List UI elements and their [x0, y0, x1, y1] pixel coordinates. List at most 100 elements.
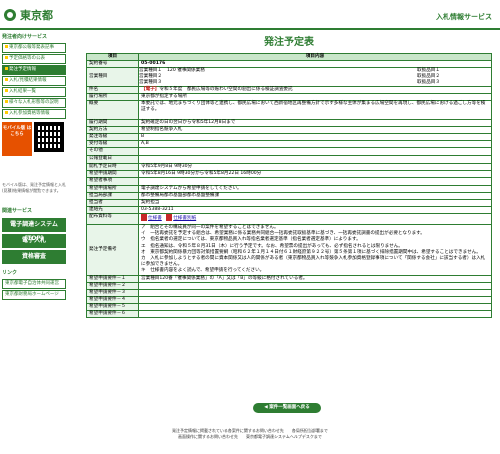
opening-value: 令和5年9月8日 9時30分 [138, 163, 492, 171]
bullet-icon [5, 78, 8, 81]
requirement-value [138, 309, 492, 318]
requirement-value [138, 295, 492, 304]
bullet-icon [5, 45, 8, 48]
table-row: 希望者事項 [86, 177, 492, 186]
sidebar-section-services: 発注者向けサービス [2, 34, 48, 40]
row-label: 希望申請要件－３ [86, 288, 139, 297]
department-value: 都市整備局都市基盤部都市基盤整備課 [138, 192, 492, 200]
tokyo-emblem-icon [4, 9, 16, 21]
table-row: 件名 【電子】令和５年度 都民広場等の賑わい空間の創出に係る検証調査委託 [86, 86, 492, 94]
spec-link[interactable]: 仕様書 [141, 214, 162, 221]
sidebar-link-finance-bureau[interactable]: 東京都財務局ホームページ [2, 290, 66, 300]
row-label: 履行期間 [86, 119, 139, 127]
sidebar-item-bid-types[interactable]: 様々な入札形態等の説明 [2, 98, 66, 108]
sidebar-item-gazette[interactable]: 東京都公報等発表記事 [2, 43, 66, 53]
period-value: 契約確定の日の翌日から令和5年12月8日まで [138, 119, 492, 127]
table-row: 契約方法 希望制指名競争入札 [86, 126, 492, 134]
sidebar-link-e-bidding[interactable]: 電子入札 [2, 234, 66, 248]
category-subtable: 営業種目１ 120 催事関係業務 取扱品目１ 営業種目２ 取扱品目２ 営業種目３… [139, 68, 491, 86]
row-label: 配布資料等 [86, 213, 139, 225]
spec-attachment-link[interactable]: 仕様書別紙 [166, 214, 196, 221]
mobile-promo: モバイル版 はこちら [2, 122, 66, 180]
row-label: 公報登載日 [86, 155, 139, 164]
footer-helpdesk-line: 画面操作に関するお問い合わせ先 東京都電子調達システムヘルプデスクまで [178, 434, 322, 439]
table-row: 希望申請場所 電子調達システムから希望申請をしてください。 [86, 185, 492, 193]
table-row: 担当者 契約担当 [86, 199, 492, 207]
sidebar-item-qualification[interactable]: 入札参加資格等情報 [2, 109, 66, 119]
notes-value: ア 組合とその構成員が同一の案件を希望することはできません。 イ 一括再委託を予… [138, 224, 492, 276]
table-row: 概要 本委託では、地元まちづくり団体等と連携し、都民広場において西新宿地区再整備… [86, 100, 492, 120]
sidebar-section-related: 関連サービス [2, 208, 33, 214]
table-row: その他 [86, 147, 492, 156]
table-row: 履行場所 東京都が指定する場所 [86, 93, 492, 101]
table-row: 希望申請要件－５ [86, 302, 492, 311]
table-row: 公報登載日 [86, 155, 492, 164]
bullet-icon [5, 56, 8, 59]
table-row: 発注予定備考 ア 組合とその構成員が同一の案件を希望することはできません。 イ … [86, 224, 492, 276]
col-header-item: 項目 [86, 53, 139, 61]
documents-cell: 仕様書 仕様書別紙 [138, 213, 492, 225]
bullet-icon [5, 100, 8, 103]
sidebar-item-result-list[interactable]: 入札結果一覧 [2, 87, 66, 97]
sidebar-item-bid-results[interactable]: 入札/見積結果情報 [2, 76, 66, 86]
detail-table: 項目 項目内容 契約番号 05-00176 営業種目 営業種目１ 120 催事関… [86, 53, 492, 318]
pdf-icon [141, 214, 147, 221]
row-label: 営業種目 [86, 67, 139, 87]
phone-value: 03-5388-3211 [138, 206, 492, 214]
row-label: 概要 [86, 100, 139, 120]
service-title: 入札情報サービス [436, 13, 492, 21]
page-footer: 発注予定情報に掲載されている各案件に関するお問い合わせ先 各局所担当部署まで 画… [0, 428, 500, 440]
sidebar-link-e-procurement[interactable]: 電子調達システム(TOP) [2, 218, 66, 242]
apply-period-value: 令和5年8月16日 9時30分から令和5年8月22日 16時00分 [138, 170, 492, 178]
row-label: 希望者事項 [86, 177, 139, 186]
row-label: 希望申請要件－６ [86, 309, 139, 318]
row-label: 希望申請場所 [86, 185, 139, 193]
contract-number: 05-00176 [138, 60, 492, 68]
row-label: 履行場所 [86, 93, 139, 101]
mobile-site-link[interactable]: モバイル版 はこちら [2, 122, 32, 156]
tokyo-logo[interactable]: 東京都 [4, 8, 53, 22]
bullet-icon [5, 67, 8, 70]
table-row: 希望申請要件－３ [86, 288, 492, 297]
sidebar-section-links: リンク [2, 270, 18, 276]
mobile-note: モバイル版は、発注予定情報と入札(見積)結果情報が閲覧できます。 [2, 182, 66, 193]
row-label: 発注予定備考 [86, 224, 139, 276]
row-label: 契約番号 [86, 60, 139, 68]
subject-cell: 【電子】令和５年度 都民広場等の賑わい空間の創出に係る検証調査委託 [138, 86, 492, 94]
pdf-icon [166, 214, 173, 221]
table-row: 開札予定日時 令和5年9月8日 9時30分 [86, 163, 492, 171]
table-row: 希望申請要件－１ 営業種目120番「催事関係業務」の「A」又は「B」の等級に格付… [86, 274, 492, 283]
table-row: 契約番号 05-00176 [86, 60, 492, 68]
category-cell: 営業種目１ 120 催事関係業務 取扱品目１ 営業種目２ 取扱品目２ 営業種目３… [138, 67, 492, 87]
bullet-icon [5, 111, 8, 114]
row-label: 開札予定日時 [86, 163, 139, 171]
row-label: 受付等級 [86, 140, 139, 148]
row-label: 担当者 [86, 199, 139, 207]
subcategory-label: 取扱品目３ [417, 80, 440, 85]
table-row: 希望申請期間 令和5年8月16日 9時30分から令和5年8月22日 16時00分 [86, 170, 492, 178]
row-label: 件名 [86, 86, 139, 94]
sidebar-link-joint-operation[interactable]: 東京都電子自治体共同運営 [2, 279, 66, 289]
table-row: 希望申請要件－２ [86, 281, 492, 290]
category-value [167, 80, 417, 86]
requirement-value [138, 177, 492, 186]
row-label: 希望申請要件－４ [86, 295, 139, 304]
table-row: 発注等級 B [86, 133, 492, 141]
summary-value: 本委託では、地元まちづくり団体等と連携し、都民広場において西新宿地区再整備方針で… [138, 100, 492, 120]
electronic-tag: 【電子】 [141, 87, 160, 92]
sidebar-link-qualification-review[interactable]: 資格審査 [2, 250, 66, 264]
table-row: 連絡先 03-5388-3211 [86, 206, 492, 214]
sidebar: 発注者向けサービス 東京都公報等発表記事 予定価格等の公表 発注予定情報 入札/… [0, 32, 68, 412]
row-label: 発注等級 [86, 133, 139, 141]
back-to-list-button[interactable]: ◀ 案件一覧画面へ戻る [253, 403, 321, 413]
publication-date-value [138, 155, 492, 164]
sidebar-item-order-plan[interactable]: 発注予定情報 [2, 65, 66, 75]
main-content: 発注予定表 項目 項目内容 契約番号 05-00176 営業種目 営業種目１ 1… [86, 36, 492, 318]
sidebar-item-price-disclosure[interactable]: 予定価格等の公表 [2, 54, 66, 64]
row-label: 希望申請期間 [86, 170, 139, 178]
subject-text: 令和５年度 都民広場等の賑わい空間の創出に係る検証調査委託 [159, 87, 293, 92]
table-row: 履行期間 契約確定の日の翌日から令和5年12月8日まで [86, 119, 492, 127]
other-value [138, 147, 492, 156]
row-label: 担当局部課 [86, 192, 139, 200]
requirement-value [138, 302, 492, 311]
